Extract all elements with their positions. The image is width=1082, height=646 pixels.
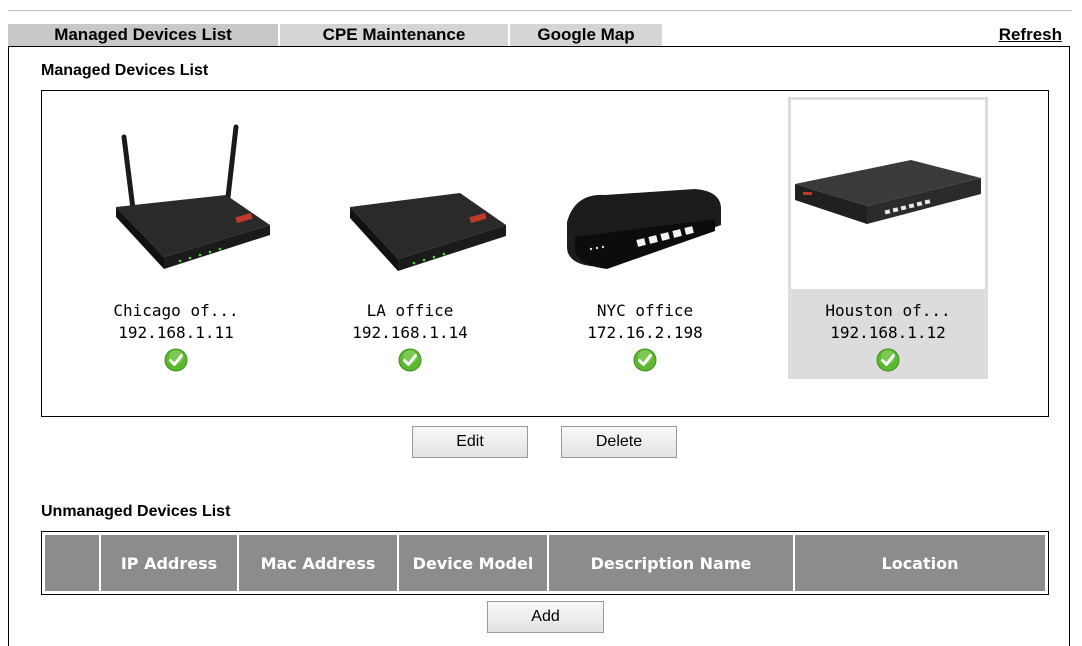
device-ip: 192.168.1.14 bbox=[352, 323, 468, 342]
refresh-link[interactable]: Refresh bbox=[999, 24, 1062, 46]
device-ip: 172.16.2.198 bbox=[587, 323, 703, 342]
column-header-description-name: Description Name bbox=[549, 535, 795, 591]
device-image bbox=[76, 97, 276, 292]
device-name: Houston of... bbox=[825, 301, 951, 320]
device-name: Chicago of... bbox=[113, 301, 239, 320]
unmanaged-devices-title: Unmanaged Devices List bbox=[41, 503, 231, 520]
add-button[interactable]: Add bbox=[487, 601, 604, 633]
rack-switch-icon bbox=[795, 160, 981, 224]
top-divider bbox=[8, 10, 1072, 11]
device-card-la[interactable]: LA office 192.168.1.14 bbox=[310, 97, 510, 379]
managed-devices-box: Chicago of... 192.168.1.11 LA office 192… bbox=[41, 90, 1049, 417]
device-name: NYC office bbox=[596, 301, 694, 320]
device-card-houston[interactable]: Houston of... 192.168.1.12 bbox=[788, 97, 988, 379]
check-icon bbox=[164, 348, 188, 372]
device-ip: 192.168.1.11 bbox=[118, 323, 234, 342]
column-header-select bbox=[45, 535, 101, 591]
check-icon bbox=[633, 348, 657, 372]
device-card-chicago[interactable]: Chicago of... 192.168.1.11 bbox=[76, 97, 276, 379]
router-flat-icon bbox=[350, 193, 506, 271]
check-icon bbox=[876, 348, 900, 372]
tab-google-map[interactable]: Google Map bbox=[510, 24, 662, 46]
tab-cpe-maintenance[interactable]: CPE Maintenance bbox=[280, 24, 508, 46]
edit-button[interactable]: Edit bbox=[412, 426, 528, 458]
router-compact-icon bbox=[567, 189, 721, 269]
table-header: IP Address Mac Address Device Model Desc… bbox=[45, 535, 1045, 591]
managed-devices-title: Managed Devices List bbox=[41, 62, 209, 79]
device-ip: 192.168.1.12 bbox=[830, 323, 946, 342]
device-image bbox=[788, 97, 988, 292]
router-antenna-icon bbox=[116, 124, 270, 269]
tab-managed-devices-list[interactable]: Managed Devices List bbox=[8, 24, 278, 46]
column-header-location: Location bbox=[881, 553, 959, 573]
delete-button[interactable]: Delete bbox=[561, 426, 677, 458]
device-image bbox=[545, 97, 745, 292]
unmanaged-devices-table: IP Address Mac Address Device Model Desc… bbox=[41, 531, 1049, 595]
column-header-device-model: Device Model bbox=[399, 535, 549, 591]
check-icon bbox=[398, 348, 422, 372]
device-image bbox=[310, 97, 510, 292]
column-header-ip-address: IP Address bbox=[101, 535, 239, 591]
tab-bar: Managed Devices List CPE Maintenance Goo… bbox=[8, 24, 1072, 46]
device-card-nyc[interactable]: NYC office 172.16.2.198 bbox=[545, 97, 745, 379]
device-name: LA office bbox=[366, 301, 454, 320]
column-header-mac-address: Mac Address bbox=[239, 535, 399, 591]
